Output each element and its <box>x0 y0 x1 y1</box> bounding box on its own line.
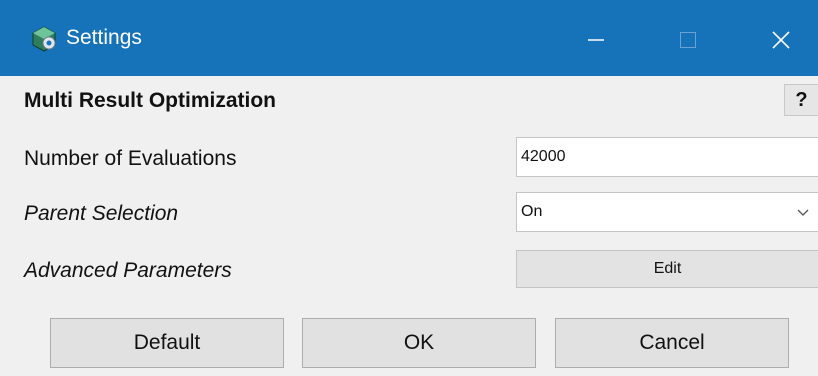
parent-selection-value: On <box>521 203 543 220</box>
edit-advanced-parameters-button[interactable]: Edit <box>516 250 818 288</box>
ok-button[interactable]: OK <box>302 318 536 368</box>
dialog-content: Multi Result Optimization ? Number of Ev… <box>0 76 818 376</box>
default-button[interactable]: Default <box>50 318 284 368</box>
help-button[interactable]: ? <box>784 84 818 116</box>
parent-selection-label: Parent Selection <box>24 202 179 225</box>
advanced-parameters-label: Advanced Parameters <box>24 259 232 282</box>
minimize-icon <box>588 39 604 41</box>
window-title: Settings <box>66 26 142 49</box>
close-button[interactable] <box>752 14 812 64</box>
cancel-button[interactable]: Cancel <box>555 318 789 368</box>
evaluations-value: 42000 <box>521 148 566 165</box>
title-bar[interactable]: Settings <box>0 0 818 76</box>
minimize-button[interactable] <box>566 14 626 64</box>
parent-selection-select[interactable]: On <box>516 192 818 232</box>
settings-app-icon <box>30 25 58 53</box>
maximize-icon <box>680 32 696 48</box>
evaluations-label: Number of Evaluations <box>24 147 237 170</box>
maximize-button[interactable] <box>658 14 718 64</box>
chevron-down-icon <box>797 209 809 216</box>
section-title: Multi Result Optimization <box>24 89 276 112</box>
evaluations-input[interactable]: 42000 <box>516 137 818 177</box>
close-icon <box>772 31 790 49</box>
settings-dialog: Settings Multi Result Optimization ? Num… <box>0 0 818 376</box>
